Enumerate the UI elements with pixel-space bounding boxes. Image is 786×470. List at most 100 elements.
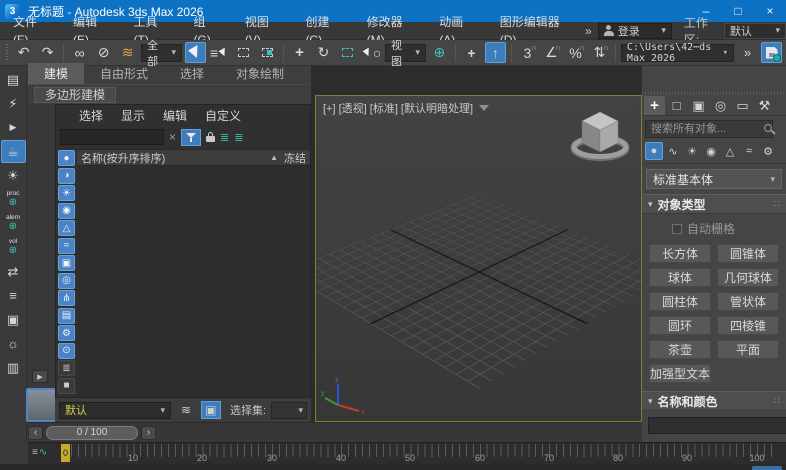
- explorer-filter-button[interactable]: [181, 129, 201, 146]
- layer-manager-button[interactable]: ≋: [176, 401, 196, 419]
- angle-snap-toggle-button[interactable]: ∠∩: [541, 42, 562, 63]
- unlink-selection-button[interactable]: ⊘: [93, 42, 114, 63]
- vol-create-tool-icon[interactable]: vol ⊕: [1, 236, 26, 259]
- auto-light-tool-icon[interactable]: ☀: [1, 164, 26, 187]
- filter-hidden-toggle[interactable]: ⊙: [58, 343, 75, 359]
- script-editor-tool-icon[interactable]: ⚡: [1, 92, 26, 115]
- filter-xrefs-toggle[interactable]: ◎: [58, 273, 75, 289]
- category-cameras[interactable]: ◉: [702, 142, 720, 160]
- sync-selection-icon[interactable]: ≣: [234, 131, 243, 144]
- select-by-name-button[interactable]: ≡: [209, 42, 230, 63]
- object-name-input[interactable]: [648, 417, 786, 434]
- photos-tool-icon[interactable]: ▣: [1, 308, 26, 331]
- explorer-menu-display[interactable]: 显示: [112, 107, 154, 124]
- keyboard-shortcut-override-toggle[interactable]: ↑: [485, 42, 506, 63]
- autosave-indicator-button[interactable]: [761, 42, 782, 63]
- spinner-snap-toggle-button[interactable]: ⇅∩: [589, 42, 610, 63]
- filter-blank-button[interactable]: ■: [58, 378, 75, 394]
- category-shapes[interactable]: ∿: [664, 142, 682, 160]
- bind-to-spacewarp-button[interactable]: ≋: [117, 42, 138, 63]
- category-geometry[interactable]: ●: [645, 142, 663, 160]
- explorer-search-input[interactable]: [60, 129, 164, 145]
- select-and-place-button[interactable]: ○: [361, 42, 382, 63]
- category-helpers[interactable]: △: [721, 142, 739, 160]
- undo-button[interactable]: ↶: [13, 42, 34, 63]
- sphere-button[interactable]: 球体: [649, 268, 711, 287]
- textplus-button[interactable]: 加强型文本: [649, 364, 711, 383]
- filter-cameras-toggle[interactable]: ◉: [58, 203, 75, 219]
- scene-explorer-tool-icon[interactable]: ▤: [1, 68, 26, 91]
- box-button[interactable]: 长方体: [649, 244, 711, 263]
- viewport-funnel-icon[interactable]: [479, 105, 489, 111]
- tab-modify[interactable]: □: [666, 96, 687, 115]
- select-object-button[interactable]: [185, 42, 206, 63]
- tab-create[interactable]: +: [644, 96, 665, 115]
- filter-shapes-toggle[interactable]: ◑: [58, 168, 75, 184]
- ribbon-tab-modeling[interactable]: 建模: [28, 63, 84, 84]
- torus-button[interactable]: 圆环: [649, 316, 711, 335]
- next-frame-button[interactable]: ›: [141, 426, 156, 440]
- tab-hierarchy[interactable]: ▣: [688, 96, 709, 115]
- select-and-move-button[interactable]: +: [289, 42, 310, 63]
- filter-list-button[interactable]: ≣: [58, 360, 75, 376]
- object-type-rollout[interactable]: ▾ 对象类型 ∷: [642, 194, 786, 214]
- filter-lights-toggle[interactable]: ☀: [58, 185, 75, 201]
- previous-frame-button[interactable]: ‹: [28, 426, 43, 440]
- filter-spacewarps-toggle[interactable]: ≈: [58, 238, 75, 254]
- category-systems[interactable]: ⚙: [759, 142, 777, 160]
- pyramid-button[interactable]: 四棱锥: [717, 316, 779, 335]
- teapot-tool-icon[interactable]: ☕: [1, 140, 26, 163]
- toggle-scene-explorer-button[interactable]: ▣: [201, 401, 221, 419]
- filter-geometry-toggle[interactable]: ●: [58, 150, 75, 166]
- active-layer-dropdown[interactable]: 默认 ▾: [59, 402, 171, 419]
- pin-icon[interactable]: ∷: [774, 199, 780, 210]
- perspective-viewport[interactable]: [+] [透视] [标准] [默认明暗处理] z x y: [315, 95, 642, 422]
- tab-display[interactable]: ▭: [732, 96, 753, 115]
- pin-icon[interactable]: ∷: [774, 396, 780, 407]
- filter-materials-toggle[interactable]: ▤: [58, 308, 75, 324]
- maximize-button[interactable]: □: [722, 0, 754, 22]
- frozen-column-header[interactable]: 冻结: [284, 150, 306, 166]
- use-pivot-center-button[interactable]: ⊕: [429, 42, 450, 63]
- lights-tool-icon[interactable]: ☼: [1, 332, 26, 355]
- ribbon-tab-selection[interactable]: 选择: [164, 63, 220, 84]
- explorer-menu-edit[interactable]: 编辑: [154, 107, 196, 124]
- window-crossing-toggle[interactable]: [257, 42, 278, 63]
- explorer-item-list[interactable]: [77, 166, 310, 397]
- snaps-toggle-3d-button[interactable]: 3∩: [517, 42, 538, 63]
- percent-snap-toggle-button[interactable]: %∩: [565, 42, 586, 63]
- time-slider-handle[interactable]: 0 / 100: [46, 426, 138, 440]
- container-tool-icon[interactable]: ≡: [1, 284, 26, 307]
- rectangular-selection-region-button[interactable]: [233, 42, 254, 63]
- mini-play-button[interactable]: ▶: [32, 370, 48, 383]
- select-and-link-button[interactable]: ∞: [69, 42, 90, 63]
- workspace-dropdown[interactable]: 默认 ▾: [724, 23, 786, 39]
- toolbar-drag-handle[interactable]: [6, 44, 8, 62]
- cone-button[interactable]: 圆锥体: [717, 244, 779, 263]
- redo-button[interactable]: ↷: [37, 42, 58, 63]
- track-bar[interactable]: ≡ ∿ 0 10 20 30 40 50 60 70 80 90 100: [28, 442, 786, 464]
- primitive-type-dropdown[interactable]: 标准基本体 ▾: [646, 169, 782, 189]
- filter-containers-toggle[interactable]: ▣: [58, 255, 75, 271]
- toolbar-overflow-chevron[interactable]: »: [737, 42, 758, 63]
- ribbon-tab-object-paint[interactable]: 对象绘制: [220, 63, 300, 84]
- swap-tool-icon[interactable]: ⇄: [1, 260, 26, 283]
- tube-button[interactable]: 管状体: [717, 292, 779, 311]
- explorer-menu-customize[interactable]: 自定义: [196, 107, 250, 124]
- lock-cell-editing-icon[interactable]: [206, 132, 215, 142]
- menu-overflow-chevron[interactable]: »: [579, 24, 598, 38]
- teapot-button[interactable]: 茶壶: [649, 340, 711, 359]
- explorer-column-header[interactable]: 名称(按升序排序) ▲ 冻结: [77, 149, 310, 166]
- panel-tool-icon[interactable]: ▥: [1, 356, 26, 379]
- filter-helpers-toggle[interactable]: △: [58, 220, 75, 236]
- timeline-playhead[interactable]: 0: [61, 444, 70, 462]
- category-spacewarps[interactable]: ≈: [740, 142, 758, 160]
- cylinder-button[interactable]: 圆柱体: [649, 292, 711, 311]
- name-and-color-rollout[interactable]: ▾ 名称和颜色 ∷: [642, 391, 786, 411]
- search-all-objects-input[interactable]: [645, 120, 773, 138]
- alem-create-tool-icon[interactable]: alem ⊕: [1, 212, 26, 235]
- script-run-tool-icon[interactable]: ▶: [1, 116, 26, 139]
- clear-search-icon[interactable]: ×: [169, 130, 176, 144]
- mini-curve-editor-button[interactable]: ≡ ∿: [32, 447, 47, 458]
- plane-button[interactable]: 平面: [717, 340, 779, 359]
